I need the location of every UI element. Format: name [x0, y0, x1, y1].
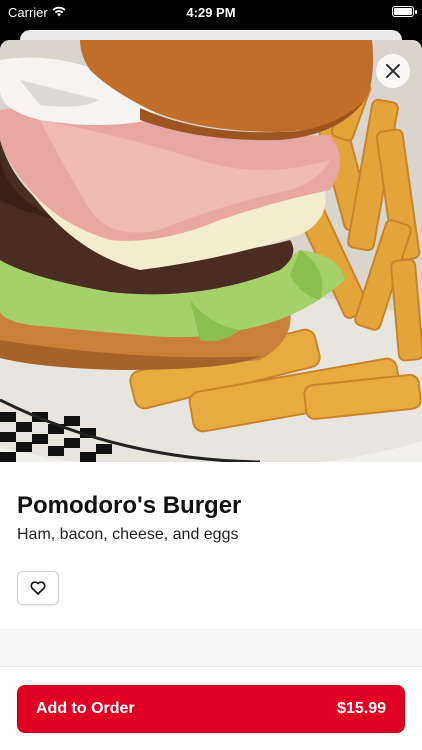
add-to-order-button[interactable]: Add to Order $15.99 [17, 685, 405, 733]
battery-icon [392, 6, 417, 17]
heart-icon [30, 581, 46, 595]
order-footer: Add to Order $15.99 [0, 668, 422, 750]
section-divider [0, 629, 422, 667]
item-description: Ham, bacon, cheese, and eggs [17, 526, 239, 543]
close-button[interactable] [376, 54, 410, 88]
item-title: Pomodoro's Burger [17, 492, 242, 519]
item-photo [0, 40, 422, 462]
status-time: 4:29 PM [186, 5, 236, 20]
item-price: $15.99 [337, 700, 386, 717]
close-icon [386, 64, 400, 78]
add-to-order-label: Add to Order [36, 700, 135, 717]
status-bar: Carrier 4:29 PM [0, 0, 422, 26]
favorite-button[interactable] [17, 571, 59, 605]
item-detail-sheet: Pomodoro's Burger Ham, bacon, cheese, an… [0, 40, 422, 750]
